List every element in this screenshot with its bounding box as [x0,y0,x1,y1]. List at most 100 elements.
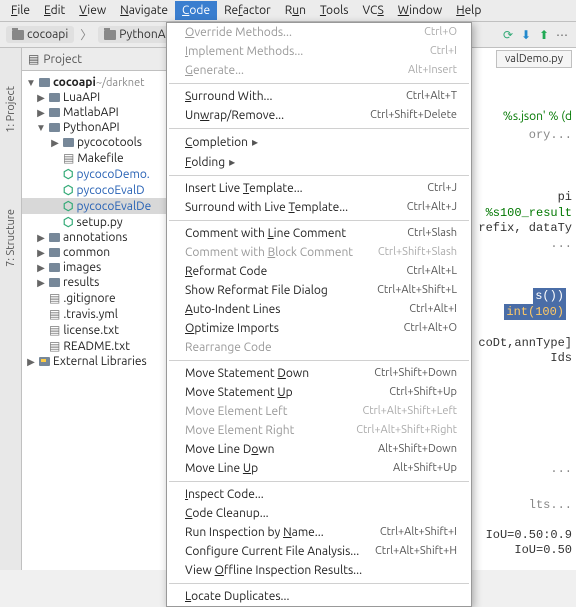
menu-item[interactable]: Move Line DownAlt+Shift+Down [167,440,471,459]
code-menu-dropdown: Override Methods...Ctrl+OImplement Metho… [166,22,472,607]
menu-refactor[interactable]: Refactor [217,1,278,20]
folder-icon [39,77,50,89]
menu-item[interactable]: Completion▸ [167,132,471,152]
menu-item-label: Move Line Down [185,443,275,456]
tree-label: pycocotools [77,136,142,149]
more-icon[interactable]: ⋯ [554,27,570,43]
menu-item-label: Move Line Up [185,462,258,475]
tree-toggle-icon[interactable]: ▶ [36,232,46,244]
tree-toggle-icon[interactable]: ▶ [36,277,46,289]
editor-tab[interactable]: valDemo.py [496,50,572,68]
file-icon: ▤ [63,151,74,165]
menu-separator [169,220,469,221]
menu-item[interactable]: Configure Current File Analysis...Ctrl+A… [167,542,471,561]
menu-item[interactable]: Insert Live Template...Ctrl+J [167,179,471,198]
tree-label: images [63,261,101,274]
menu-vcs[interactable]: VCS [355,1,390,20]
tree-toggle-icon[interactable]: ▶ [36,262,46,274]
menu-item[interactable]: Locate Duplicates... [167,587,471,606]
menu-shortcut: Ctrl+Alt+L [407,265,457,278]
tree-toggle-icon[interactable]: ▼ [26,77,36,89]
tree-label: license.txt [63,324,119,337]
menu-item[interactable]: Surround With...Ctrl+Alt+T [167,87,471,106]
menu-separator [169,481,469,482]
menu-tools[interactable]: Tools [313,1,356,20]
menu-item-label: Show Reformat File Dialog [185,284,328,297]
code-fragment: Ids [550,351,572,365]
code-fragment: lts... [529,498,572,512]
tree-toggle-icon[interactable]: ▶ [50,137,60,149]
menu-item: Implement Methods...Ctrl+I [167,42,471,61]
file-icon: ▤ [49,323,60,337]
python-file-icon: ⬡ [63,215,73,229]
code-fragment: s()) [533,288,566,304]
code-fragment: IoU=0.50:0.9 [486,528,572,542]
menu-shortcut: Ctrl+Shift+Down [374,367,457,380]
code-fragment: int(100) [504,304,566,320]
structure-tool-tab[interactable]: 7: Structure [3,201,19,275]
menubar: FileEditViewNavigateCodeRefactorRunTools… [0,0,576,22]
folder-icon [49,122,60,134]
python-file-icon: ⬡ [63,183,73,197]
menu-item: Move Element LeftCtrl+Alt+Shift+Left [167,402,471,421]
menu-item[interactable]: Move Statement UpCtrl+Shift+Up [167,383,471,402]
python-file-icon: ⬡ [63,167,73,181]
menu-item[interactable]: Move Statement DownCtrl+Shift+Down [167,364,471,383]
menu-item[interactable]: Surround with Live Template...Ctrl+Alt+J [167,198,471,217]
menu-item[interactable]: Auto-Indent LinesCtrl+Alt+I [167,300,471,319]
tree-toggle-icon[interactable]: ▶ [36,247,46,259]
tree-label: .travis.yml [63,308,118,321]
folder-icon [49,232,60,244]
menu-item[interactable]: Inspect Code... [167,485,471,504]
menu-shortcut: Alt+Insert [408,64,457,77]
menu-item[interactable]: Reformat CodeCtrl+Alt+L [167,262,471,281]
menu-item[interactable]: Unwrap/Remove...Ctrl+Shift+Delete [167,106,471,125]
download-icon[interactable]: ⬇ [518,27,534,43]
folder-icon [49,247,60,259]
code-fragment: coDt,annType] [478,336,572,350]
menu-shortcut: Ctrl+Alt+Shift+Left [362,405,457,418]
menu-code[interactable]: Code [175,1,217,20]
toolbar-icons: ⟳ ⬇ ⬆ ⋯ [500,27,570,43]
library-icon [39,356,50,368]
menu-item-label: Generate... [185,64,244,77]
breadcrumb-root-label: cocoapi [27,28,68,41]
breadcrumb-root[interactable]: cocoapi [6,26,74,43]
menu-item[interactable]: Code Cleanup... [167,504,471,523]
menu-navigate[interactable]: Navigate [113,1,175,20]
menu-edit[interactable]: Edit [37,1,72,20]
menu-item[interactable]: Optimize ImportsCtrl+Alt+O [167,319,471,338]
menu-item[interactable]: Folding▸ [167,152,471,172]
menu-shortcut: Ctrl+Alt+I [409,303,457,316]
project-tool-tab[interactable]: 1: Project [3,78,19,141]
menu-view[interactable]: View [72,1,113,20]
menu-item-label: Comment with Block Comment [185,246,353,259]
menu-shortcut: Ctrl+Shift+Delete [370,109,457,122]
menu-help[interactable]: Help [449,1,488,20]
tree-label: Makefile [77,152,123,165]
menu-item[interactable]: View Offline Inspection Results... [167,561,471,580]
menu-item[interactable]: Comment with Line CommentCtrl+Slash [167,224,471,243]
tree-toggle-icon[interactable]: ▼ [36,122,46,134]
menu-item-label: Inspect Code... [185,488,264,501]
menu-shortcut: Ctrl+O [424,26,457,39]
menu-item[interactable]: Run Inspection by Name...Ctrl+Alt+Shift+… [167,523,471,542]
sync-icon[interactable]: ⟳ [500,27,516,43]
menu-item-label: Optimize Imports [185,322,279,335]
menu-shortcut: Ctrl+Shift+Up [389,386,457,399]
menu-run[interactable]: Run [278,1,313,20]
upload-icon[interactable]: ⬆ [536,27,552,43]
folder-icon [104,30,116,40]
menu-window[interactable]: Window [391,1,449,20]
menu-shortcut: Ctrl+Alt+J [407,201,457,214]
project-view-icon: ▤ [28,52,39,66]
tree-toggle-icon[interactable]: ▶ [36,107,46,119]
menu-file[interactable]: File [4,1,37,20]
tree-label: annotations [63,231,127,244]
tool-window-tabs: 1: Project 7: Structure [0,48,22,570]
menu-item-label: Rearrange Code [185,341,272,354]
tree-toggle-icon[interactable]: ▶ [36,92,46,104]
tree-toggle-icon[interactable]: ▶ [26,356,36,368]
menu-item[interactable]: Move Line UpAlt+Shift+Up [167,459,471,478]
menu-item[interactable]: Show Reformat File DialogCtrl+Alt+Shift+… [167,281,471,300]
